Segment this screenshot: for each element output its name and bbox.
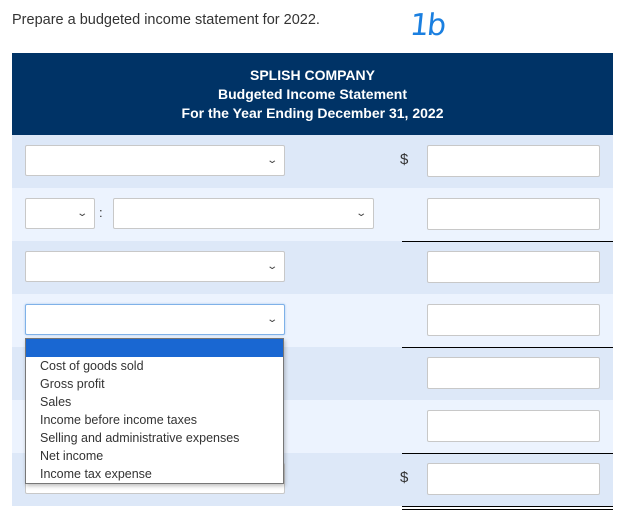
dropdown-option-selling-admin-expenses[interactable]: Selling and administrative expenses <box>26 429 283 447</box>
account-select-1[interactable]: ⌄ <box>25 145 285 176</box>
amount-input-6[interactable] <box>427 410 600 442</box>
statement-period: For the Year Ending December 31, 2022 <box>181 105 444 121</box>
amount-input-2[interactable] <box>427 198 600 230</box>
dropdown-option-income-tax-expense[interactable]: Income tax expense <box>26 465 283 483</box>
account-dropdown-list: Cost of goods sold Gross profit Sales In… <box>25 338 284 484</box>
chevron-down-icon: ⌄ <box>75 208 88 219</box>
dollar-sign: $ <box>400 469 409 486</box>
statement-title: Budgeted Income Statement <box>217 86 408 102</box>
account-select-2[interactable]: ⌄ <box>113 198 374 229</box>
statement-row-3: ⌄ <box>12 241 613 294</box>
dropdown-option-net-income[interactable]: Net income <box>26 447 283 465</box>
prefix-select-2[interactable]: ⌄ <box>25 198 95 229</box>
chevron-down-icon: ⌄ <box>265 155 278 166</box>
chevron-down-icon: ⌄ <box>265 261 278 272</box>
colon-separator: : <box>99 205 103 220</box>
statement-header: SPLISH COMPANY Budgeted Income Statement… <box>12 53 613 135</box>
amount-input-1[interactable] <box>427 145 600 177</box>
account-select-3[interactable]: ⌄ <box>25 251 285 282</box>
amount-input-5[interactable] <box>427 357 600 389</box>
account-select-4[interactable]: ⌄ <box>25 304 285 335</box>
statement-row-1: ⌄ $ <box>12 135 613 188</box>
statement-row-2: ⌄ : ⌄ <box>12 188 613 241</box>
amount-input-4[interactable] <box>427 304 600 336</box>
instruction-text: Prepare a budgeted income statement for … <box>12 12 320 28</box>
dropdown-option-income-before-taxes[interactable]: Income before income taxes <box>26 411 283 429</box>
amount-input-7[interactable] <box>427 463 600 495</box>
dropdown-option-blank[interactable] <box>26 339 283 357</box>
dropdown-option-cost-of-goods-sold[interactable]: Cost of goods sold <box>26 357 283 375</box>
dollar-sign: $ <box>400 151 409 168</box>
handwritten-annotation: 1b <box>408 8 446 43</box>
chevron-down-icon: ⌄ <box>354 208 367 219</box>
chevron-down-icon: ⌄ <box>265 314 278 325</box>
dropdown-option-sales[interactable]: Sales <box>26 393 283 411</box>
amount-input-3[interactable] <box>427 251 600 283</box>
company-name: SPLISH COMPANY <box>250 67 375 83</box>
dropdown-option-gross-profit[interactable]: Gross profit <box>26 375 283 393</box>
